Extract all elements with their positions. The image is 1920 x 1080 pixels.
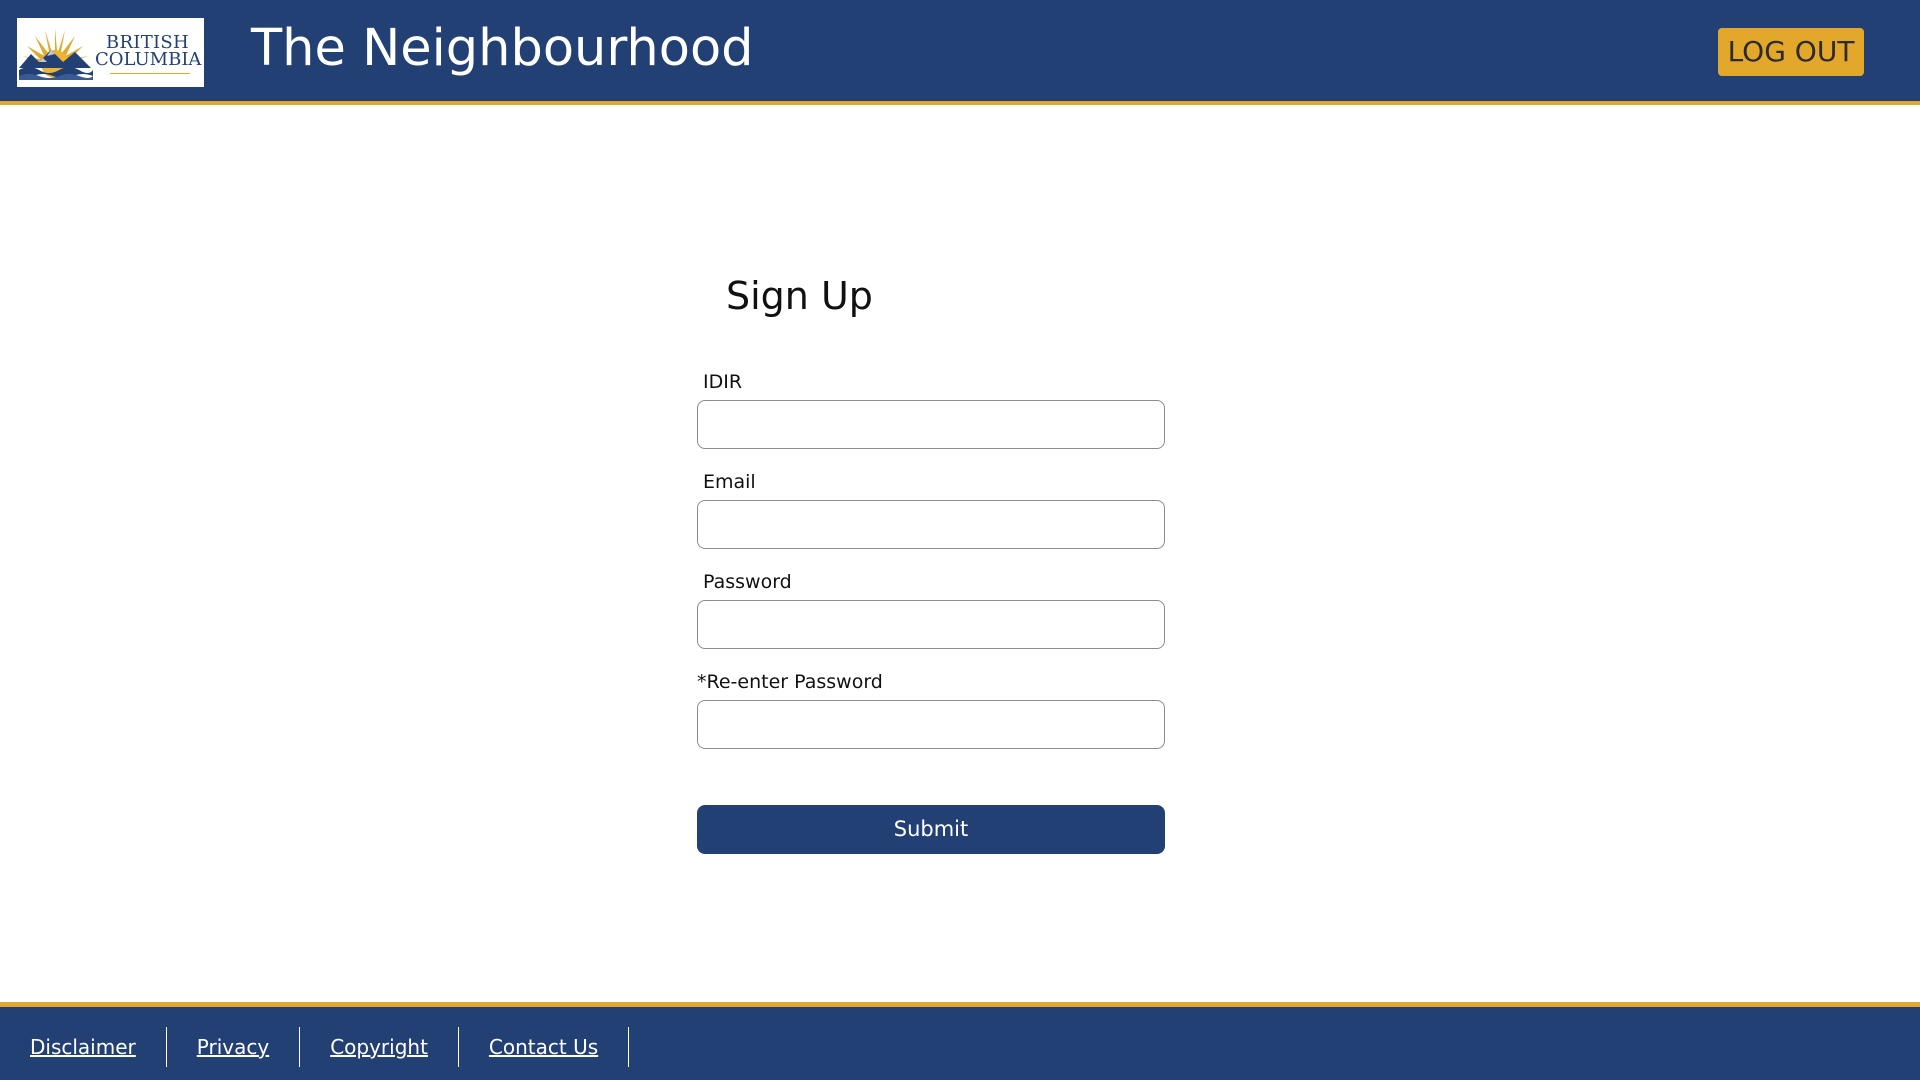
logo-line2: COLUMBIA [95,49,202,70]
logout-button[interactable]: LOG OUT [1718,28,1864,76]
reenter-password-input[interactable] [697,700,1165,749]
logo-underline [110,73,190,74]
footer-divider [628,1027,630,1067]
idir-label: IDIR [703,371,743,393]
password-label: Password [703,571,792,593]
bc-logo[interactable]: BRITISH COLUMBIA [17,18,204,87]
email-label: Email [703,471,756,493]
footer-links: Disclaimer Privacy Copyright Contact Us [0,1027,630,1067]
email-input[interactable] [697,500,1165,549]
footer-link-disclaimer[interactable]: Disclaimer [0,1027,166,1067]
footer-link-copyright[interactable]: Copyright [300,1027,458,1067]
header-bar: BRITISH COLUMBIA The Neighbourhood LOG O… [0,0,1920,105]
reenter-password-label: *Re-enter Password [697,671,883,693]
app-title: The Neighbourhood [251,19,754,78]
password-input[interactable] [697,600,1165,649]
form-title: Sign Up [726,274,873,318]
page: BRITISH COLUMBIA The Neighbourhood LOG O… [0,0,1920,1080]
submit-button[interactable]: Submit [697,805,1165,854]
footer-bar: Disclaimer Privacy Copyright Contact Us [0,1002,1920,1080]
logo-wordmark: BRITISH COLUMBIA [95,34,202,70]
footer-link-privacy[interactable]: Privacy [167,1027,299,1067]
footer-link-contact-us[interactable]: Contact Us [459,1027,628,1067]
idir-input[interactable] [697,400,1165,449]
